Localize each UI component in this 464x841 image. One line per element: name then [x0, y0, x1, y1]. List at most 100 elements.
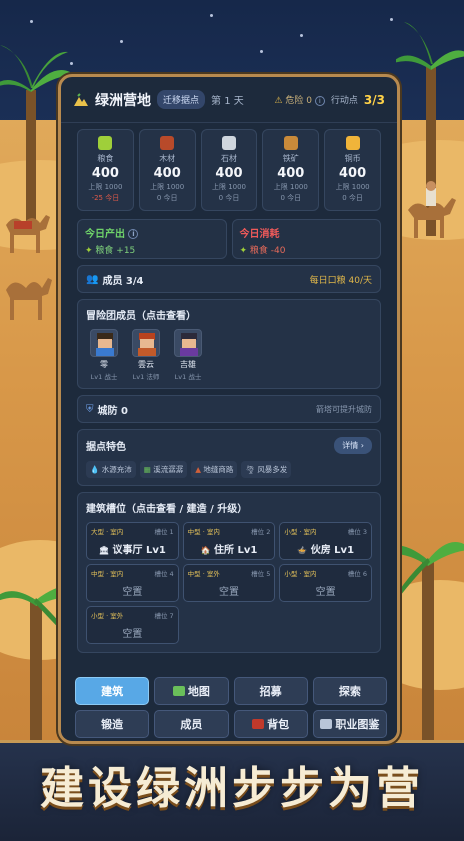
feature-tags: 💧 水源充沛 ▦ 溪流潺潺 ▲ 地缝商路 🌪 风暴多发 [86, 461, 372, 478]
production-title: 今日产出 [85, 229, 125, 240]
pickaxe-icon [283, 136, 298, 150]
action-points-label: 行动点 [330, 96, 358, 106]
avatar [174, 329, 202, 357]
members-icon: 👥 [86, 273, 99, 285]
tab-5[interactable]: 成员 [154, 710, 229, 738]
building-slots: 大型 · 室内 槽位 1 🏛 议事厅 Lv1 中型 · 室内 槽位 2 🏠 住所 Lv1 小… [86, 522, 372, 644]
resource-today: 0 今日 [156, 194, 178, 202]
features-card: 据点特色 详情 › 💧 水源充沛 ▦ 溪流潺潺 ▲ 地缝商路 🌪 风暴多发 [77, 429, 381, 486]
consumption-title: 今日消耗 [239, 229, 280, 240]
building-slot[interactable]: 小型 · 室外 槽位 7 空置 [86, 606, 179, 644]
building-slot[interactable]: 中型 · 室外 槽位 5 空置 [182, 564, 276, 602]
slot-number: 槽位 2 [251, 528, 271, 536]
slot-label: 空置 [122, 587, 143, 598]
camel-rider-icon [408, 181, 456, 238]
member-card[interactable]: 雲云 Lv1 法师 [128, 329, 164, 381]
tab-7[interactable]: 职业图鉴 [312, 710, 387, 738]
avatar [90, 329, 118, 357]
resource-card[interactable]: 铁矿 400 上限 1000 0 今日 [262, 129, 320, 211]
resource-cap: 上限 1000 [88, 183, 123, 191]
resource-name: 粮食 [97, 154, 114, 163]
resource-cap: 上限 1000 [335, 183, 370, 191]
member-list: 零 Lv1 战士 雲云 Lv1 法师 吉雄 Lv1 战士 [86, 329, 372, 381]
log-icon [160, 136, 175, 150]
members-count: 成员 3/4 [102, 275, 144, 287]
coin-icon [345, 136, 360, 150]
tab-6[interactable]: 背包 [233, 710, 308, 738]
resource-name: 木材 [159, 154, 176, 163]
info-icon[interactable]: i [128, 229, 139, 239]
tab-1[interactable]: 地图 [154, 677, 229, 705]
resource-cap: 上限 1000 [273, 183, 308, 191]
building-slot[interactable]: 小型 · 室内 槽位 6 空置 [279, 564, 372, 602]
day-counter: 第 1 天 [211, 96, 244, 107]
member-name: 吉雄 [180, 360, 196, 369]
building-slot[interactable]: 中型 · 室内 槽位 4 空置 [86, 564, 179, 602]
tab-3[interactable]: 探索 [312, 677, 387, 705]
resource-cap: 上限 1000 [211, 183, 247, 191]
resource-card[interactable]: 石材 400 上限 1000 0 今日 [200, 129, 258, 211]
slot-number: 槽位 6 [347, 570, 367, 578]
member-card[interactable]: 零 Lv1 战士 [86, 329, 122, 381]
member-name: 雲云 [138, 360, 154, 369]
resource-today: 0 今日 [280, 194, 302, 202]
production-detail: 粮食 +15 [95, 246, 136, 256]
relocate-button[interactable]: 迁移据点 [157, 90, 206, 109]
camel-icon [6, 278, 52, 320]
feature-tag: ▦ 溪流潺潺 [139, 461, 188, 478]
member-level: Lv1 法师 [132, 373, 160, 381]
member-card[interactable]: 吉雄 Lv1 战士 [170, 329, 206, 381]
bottom-tab-bar: 建筑 地图 招募 探索锻造 成员 背包 职业图鉴 [61, 673, 397, 738]
slot-label: 🏠 住所 Lv1 [200, 545, 258, 556]
resource-card[interactable]: 粮食 400 上限 1000 -25 今日 [77, 129, 134, 211]
resource-name: 铜币 [344, 154, 361, 163]
info-icon[interactable]: i [314, 95, 325, 106]
slot-label: 🍲 伙房 Lv1 [297, 545, 355, 556]
slot-label: 空置 [122, 629, 143, 640]
tab-2[interactable]: 招募 [233, 677, 308, 705]
defense-bar: ⛨ 城防 0 箭塔可提升城防 [77, 395, 381, 423]
consumption-detail: 粮食 -40 [249, 246, 286, 256]
resource-value: 400 [277, 166, 305, 181]
camel-icon [6, 215, 50, 253]
buildings-title: 建筑槽位（点击查看 / 建造 / 升级） [86, 504, 248, 515]
building-slot[interactable]: 小型 · 室内 槽位 3 🍲 伙房 Lv1 [279, 522, 372, 560]
resource-cap: 上限 1000 [150, 183, 185, 191]
resource-card[interactable]: 木材 400 上限 1000 0 今日 [138, 129, 196, 211]
wheat-icon: ✦ [85, 246, 93, 256]
slot-type: 中型 · 室内 [187, 528, 220, 536]
hall-icon: 🏛 [98, 546, 109, 555]
action-points-value: 3/3 [363, 92, 385, 107]
resource-value: 400 [215, 166, 243, 181]
avatar [132, 329, 160, 357]
slot-type: 小型 · 室内 [284, 528, 317, 536]
slot-number: 槽位 5 [251, 570, 271, 578]
member-level: Lv1 战士 [174, 373, 202, 381]
feature-tag: ▲ 地缝商路 [191, 461, 238, 478]
production-card: 今日产出 i ✦ 粮食 +15 [77, 219, 227, 259]
building-slot[interactable]: 大型 · 室内 槽位 1 🏛 议事厅 Lv1 [86, 522, 179, 560]
slot-number: 槽位 7 [154, 612, 174, 620]
slot-number: 槽位 3 [347, 528, 367, 536]
resource-today: 0 今日 [218, 194, 240, 202]
members-bar[interactable]: 👥 成员 3/4 每日口粮 40/天 [77, 265, 381, 293]
tab-4[interactable]: 锻造 [75, 710, 150, 738]
slot-type: 中型 · 室外 [187, 570, 220, 578]
slot-type: 中型 · 室内 [91, 570, 124, 578]
stone-icon [221, 136, 236, 150]
tab-0[interactable]: 建筑 [75, 677, 150, 705]
wheat-icon: ✦ [239, 246, 248, 256]
features-title: 据点特色 [86, 442, 126, 453]
resource-name: 铁矿 [282, 154, 299, 163]
resource-card[interactable]: 铜币 400 上限 1000 0 今日 [324, 129, 381, 211]
building-slot[interactable]: 中型 · 室内 槽位 2 🏠 住所 Lv1 [182, 522, 276, 560]
camp-icon [74, 92, 88, 106]
features-detail-button[interactable]: 详情 › [334, 437, 372, 454]
warning-icon: ⚠ [274, 96, 283, 106]
slot-number: 槽位 1 [154, 528, 174, 536]
consumption-card: 今日消耗 ✦ 粮食 -40 [231, 219, 381, 259]
resource-today: 0 今日 [342, 194, 363, 202]
resource-today: -25 今日 [91, 194, 120, 202]
danger-label: 危险 0 [285, 96, 313, 106]
slot-label: 空置 [315, 587, 336, 598]
